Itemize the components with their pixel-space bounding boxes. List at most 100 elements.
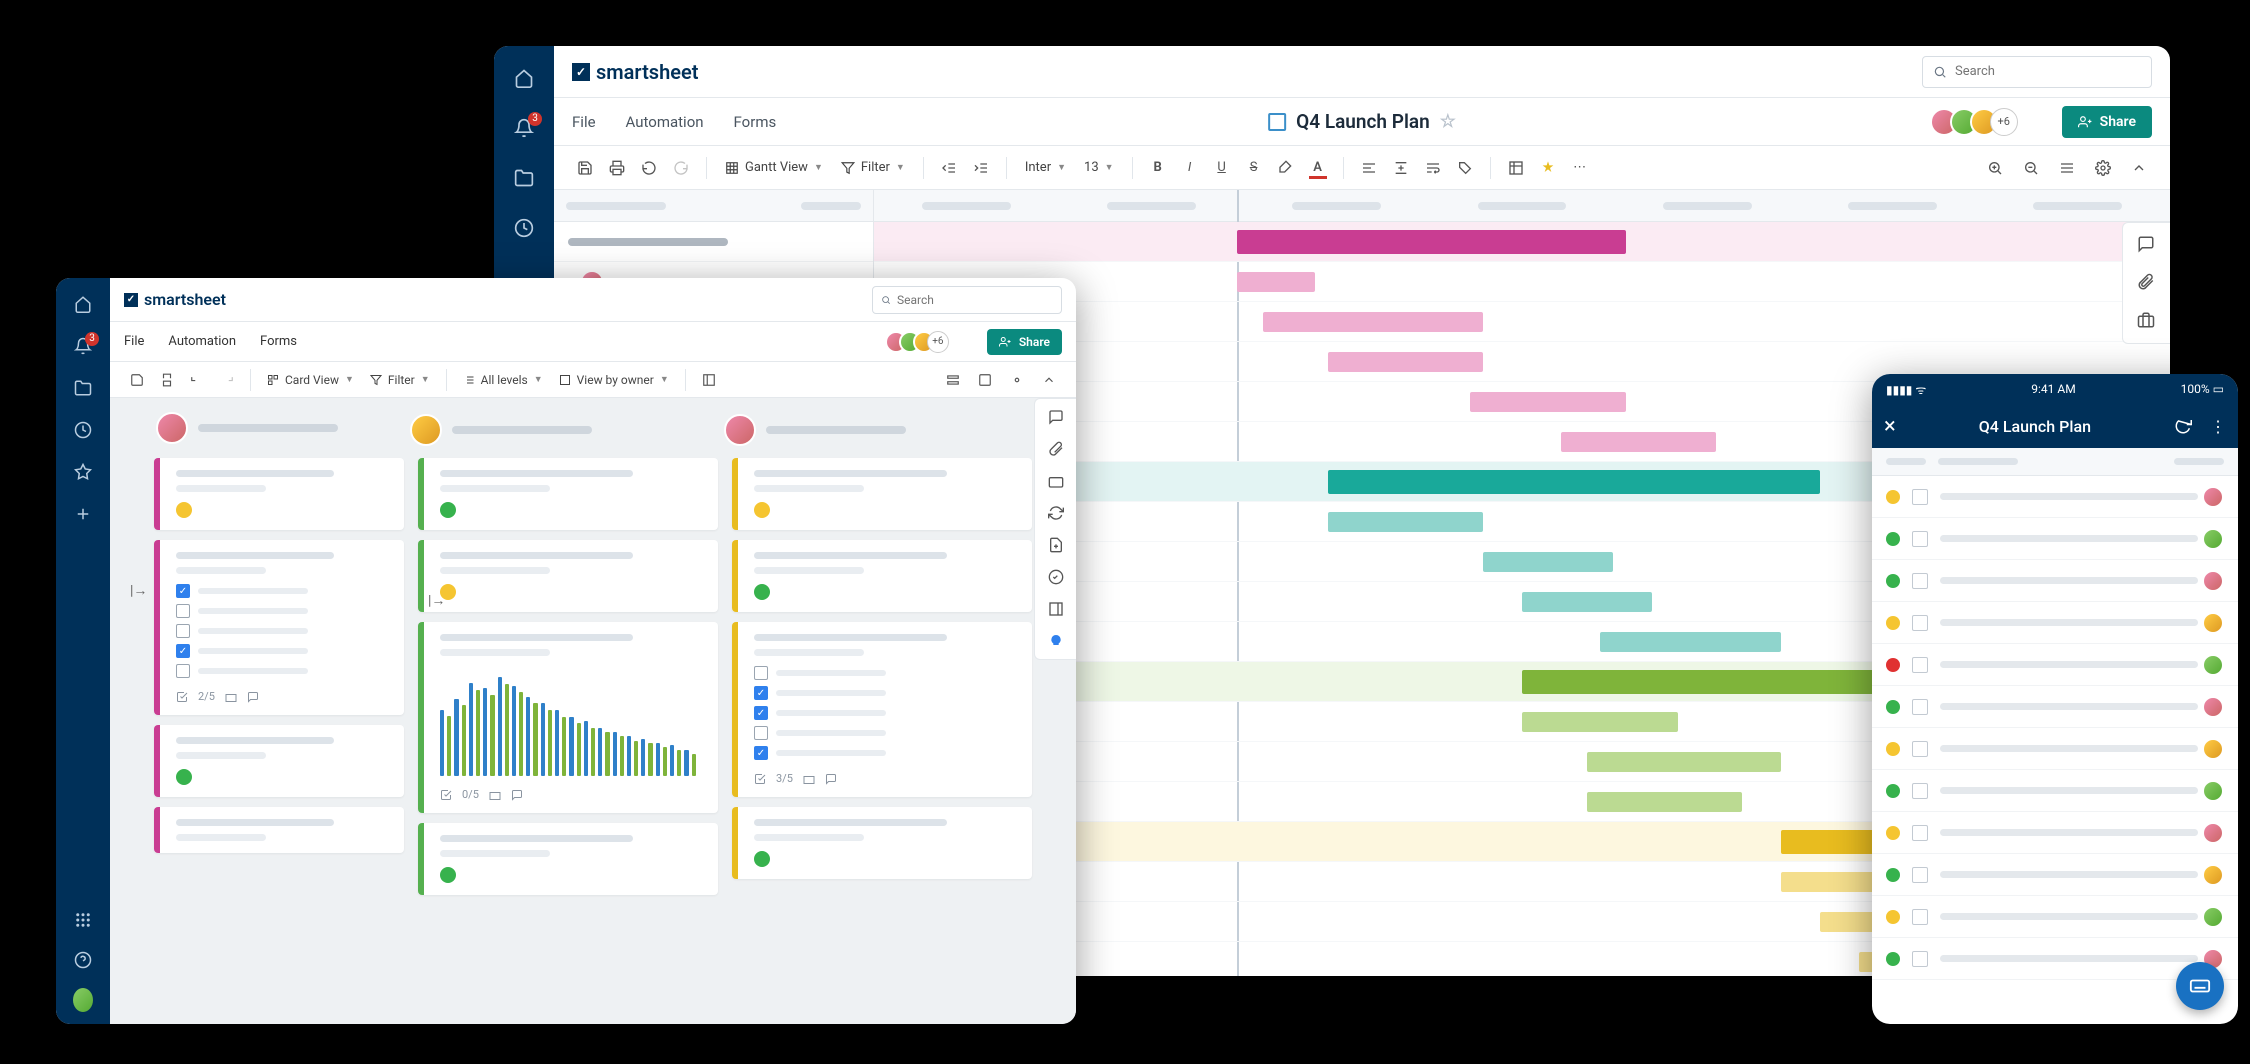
conditional-icon[interactable]	[1503, 155, 1529, 181]
card[interactable]	[154, 725, 404, 797]
file-add-icon[interactable]	[1048, 537, 1064, 553]
menu-file[interactable]: File	[572, 113, 596, 131]
lane-header[interactable]	[418, 412, 718, 448]
home-icon[interactable]	[512, 66, 536, 90]
avatar-overflow[interactable]: +6	[927, 331, 949, 353]
comments-icon[interactable]	[2137, 235, 2157, 255]
assignee-avatar[interactable]	[2202, 822, 2224, 844]
lane-owner-avatar[interactable]	[410, 414, 442, 446]
more-icon[interactable]: ⋮	[2210, 417, 2226, 436]
share-button[interactable]: Share	[987, 329, 1062, 355]
assignee-avatar[interactable]	[2202, 780, 2224, 802]
card[interactable]	[154, 807, 404, 853]
underline-icon[interactable]: U	[1209, 155, 1235, 181]
align-icon[interactable]	[1356, 155, 1382, 181]
card[interactable]: 0/5	[418, 622, 718, 813]
mobile-rows[interactable]	[1872, 476, 2238, 1024]
checkbox[interactable]: ✓	[176, 644, 190, 658]
collapse-icon[interactable]	[1036, 367, 1062, 393]
document-title-text[interactable]: Q4 Launch Plan	[1296, 110, 1430, 133]
briefcase-icon[interactable]	[2137, 311, 2157, 331]
assignee-avatar[interactable]	[2202, 486, 2224, 508]
checkbox[interactable]: ✓	[176, 584, 190, 598]
outdent-icon[interactable]	[936, 155, 962, 181]
font-size-selector[interactable]: 13▼	[1078, 155, 1120, 181]
font-selector[interactable]: Inter▼	[1019, 155, 1072, 181]
zoom-out-icon[interactable]	[2018, 155, 2044, 181]
panel-icon[interactable]	[1048, 601, 1064, 617]
assignee-avatar[interactable]	[2202, 906, 2224, 928]
zoom-in-icon[interactable]	[1982, 155, 2008, 181]
card[interactable]	[732, 458, 1032, 530]
indent-handle-icon[interactable]: |→	[130, 582, 147, 599]
collaborator-avatars[interactable]: +6	[893, 331, 949, 353]
card[interactable]	[732, 540, 1032, 612]
card[interactable]: ✓✓2/5	[154, 540, 404, 715]
recent-icon[interactable]	[73, 420, 93, 440]
avatar-overflow[interactable]: +6	[1990, 108, 2018, 136]
redo-icon[interactable]	[214, 367, 240, 393]
lane-owner-avatar[interactable]	[724, 414, 756, 446]
share-button[interactable]: Share	[2062, 106, 2152, 138]
recent-icon[interactable]	[512, 216, 536, 240]
card[interactable]	[418, 823, 718, 895]
checkbox[interactable]: ✓	[754, 686, 768, 700]
card[interactable]	[418, 458, 718, 530]
format-icon[interactable]	[1452, 155, 1478, 181]
mobile-row[interactable]	[1872, 560, 2238, 602]
lane-owner-avatar[interactable]	[156, 412, 188, 444]
checkbox[interactable]: ✓	[754, 706, 768, 720]
activity-icon[interactable]	[1048, 569, 1064, 585]
filter-button[interactable]: Filter ▼	[835, 155, 911, 181]
mobile-row[interactable]	[1872, 728, 2238, 770]
search-input[interactable]	[872, 286, 1062, 314]
menu-file[interactable]: File	[124, 334, 144, 349]
assignee-avatar[interactable]	[2202, 738, 2224, 760]
settings-icon[interactable]	[1004, 367, 1030, 393]
card[interactable]: ✓✓✓3/5	[732, 622, 1032, 797]
star-icon[interactable]	[73, 462, 93, 482]
fill-color-icon[interactable]	[1273, 155, 1299, 181]
view-selector[interactable]: Card View▼	[261, 367, 360, 393]
menu-automation[interactable]: Automation	[626, 113, 704, 131]
valign-icon[interactable]	[1388, 155, 1414, 181]
refresh-icon[interactable]	[2174, 417, 2192, 435]
mobile-row[interactable]	[1872, 854, 2238, 896]
mobile-row[interactable]	[1872, 602, 2238, 644]
mobile-row[interactable]	[1872, 644, 2238, 686]
undo-icon[interactable]	[184, 367, 210, 393]
assignee-avatar[interactable]	[2202, 612, 2224, 634]
checkbox[interactable]	[754, 666, 768, 680]
bell-icon[interactable]: 3	[512, 116, 536, 140]
briefcase-icon[interactable]	[1048, 473, 1064, 489]
settings-icon[interactable]	[2090, 155, 2116, 181]
attachments-icon[interactable]	[2137, 273, 2157, 293]
print-icon[interactable]	[154, 367, 180, 393]
undo-icon[interactable]	[636, 155, 662, 181]
compact-icon[interactable]	[940, 367, 966, 393]
viewby-selector[interactable]: View by owner▼	[553, 367, 675, 393]
gantt-summary-row[interactable]	[874, 222, 2170, 262]
assignee-avatar[interactable]	[2202, 696, 2224, 718]
tip-icon[interactable]	[1048, 633, 1064, 649]
indent-handle-icon[interactable]: |→	[428, 592, 445, 609]
lane-header[interactable]	[732, 412, 1032, 448]
baseline-icon[interactable]	[2054, 155, 2080, 181]
home-icon[interactable]	[73, 294, 93, 314]
collaborator-avatars[interactable]: +6	[1938, 108, 2018, 136]
wrap-icon[interactable]	[1420, 155, 1446, 181]
collapse-icon[interactable]	[2126, 155, 2152, 181]
refresh-icon[interactable]	[1048, 505, 1064, 521]
comments-icon[interactable]	[1048, 409, 1064, 425]
card-icon[interactable]	[972, 367, 998, 393]
menu-automation[interactable]: Automation	[168, 334, 236, 349]
assignee-avatar[interactable]	[2202, 570, 2224, 592]
highlight-icon[interactable]	[1535, 155, 1561, 181]
help-icon[interactable]	[73, 950, 93, 970]
assignee-avatar[interactable]	[2202, 528, 2224, 550]
save-icon[interactable]	[124, 367, 150, 393]
menu-forms[interactable]: Forms	[260, 334, 297, 349]
assignee-avatar[interactable]	[2202, 864, 2224, 886]
apps-icon[interactable]	[73, 910, 93, 930]
assignee-avatar[interactable]	[2202, 654, 2224, 676]
